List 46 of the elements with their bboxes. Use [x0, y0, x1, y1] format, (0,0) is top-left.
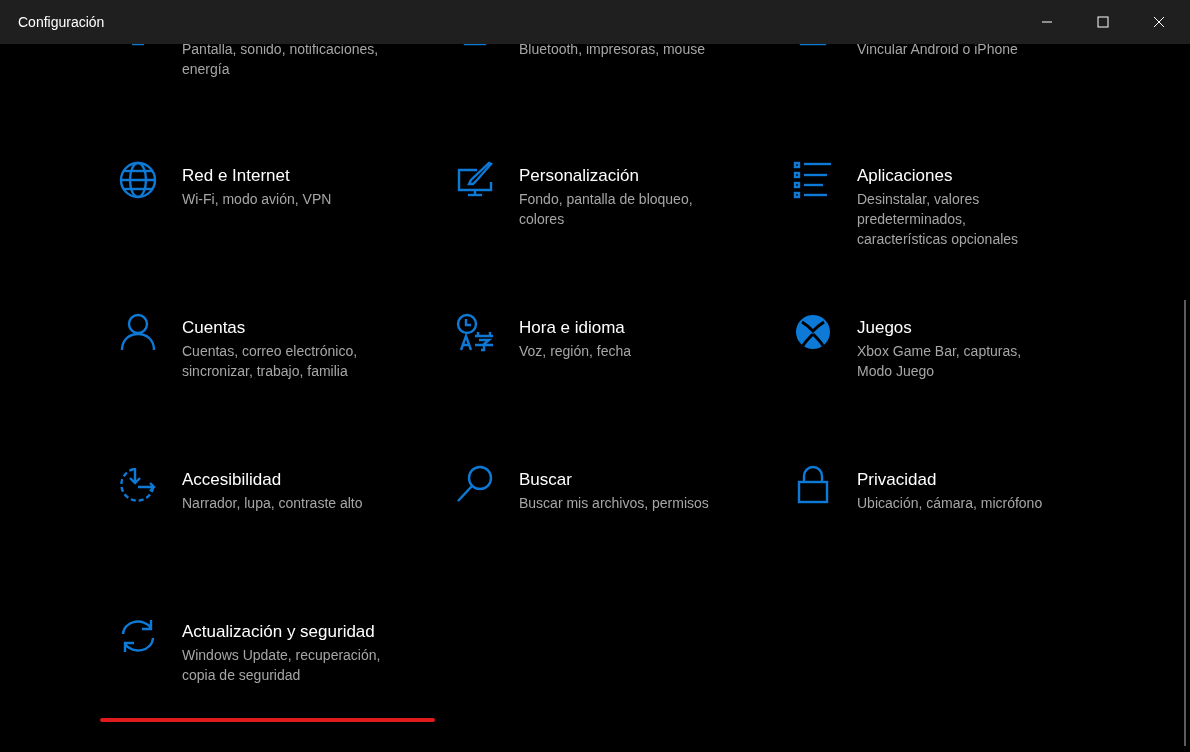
settings-category[interactable]: Juegos Xbox Game Bar, capturas, Modo Juego — [793, 312, 1022, 381]
settings-category[interactable]: Pantalla, sonido, notificaciones, energía — [118, 44, 379, 79]
globe-icon — [118, 160, 158, 200]
settings-category[interactable]: Hora e idioma Voz, región, fecha — [455, 312, 632, 361]
settings-category[interactable]: Red e Internet Wi-Fi, modo avión, VPN — [118, 160, 332, 209]
settings-category[interactable]: Bluetooth, impresoras, mouse — [455, 44, 705, 59]
category-description: Wi-Fi, modo avión, VPN — [182, 190, 332, 209]
maximize-icon — [1097, 16, 1109, 28]
person-icon — [118, 312, 158, 352]
clock-language-icon — [455, 312, 495, 352]
category-description: Voz, región, fecha — [519, 342, 632, 361]
category-title: Hora e idioma — [519, 317, 626, 339]
category-title: Aplicaciones — [857, 165, 954, 187]
settings-category[interactable]: Personalización Fondo, pantalla de bloqueo, colores — [455, 160, 693, 229]
category-title: Personalización — [519, 165, 640, 187]
category-title: Cuentas — [182, 317, 247, 339]
category-description: Fondo, pantalla de bloqueo, colores — [519, 190, 693, 229]
search-icon — [455, 464, 495, 504]
category-title: Juegos — [857, 317, 913, 339]
scrollbar-thumb[interactable] — [1184, 300, 1186, 746]
category-description: Buscar mis archivos, permisos — [519, 494, 709, 513]
settings-category[interactable]: Actualización y seguridad Windows Update, recuperación, copia de seguridad — [118, 616, 381, 685]
category-description: Bluetooth, impresoras, mouse — [519, 44, 705, 59]
category-description: Xbox Game Bar, capturas, Modo Juego — [857, 342, 1022, 381]
settings-category[interactable]: Privacidad Ubicación, cámara, micrófono — [793, 464, 1043, 513]
category-title: Buscar — [519, 469, 573, 491]
close-icon — [1153, 16, 1165, 28]
settings-category[interactable]: Cuentas Cuentas, correo electrónico, sincronizar, trabajo, familia — [118, 312, 358, 381]
category-description: Vincular Android o iPhone — [857, 44, 1018, 59]
category-title: Red e Internet — [182, 165, 291, 187]
category-description: Cuentas, correo electrónico, sincronizar, trabajo, familia — [182, 342, 358, 381]
category-description: Windows Update, recuperación, copia de seguridad — [182, 646, 381, 685]
settings-category[interactable]: Accesibilidad Narrador, lupa, contraste alto — [118, 464, 363, 513]
category-title: Actualización y seguridad — [182, 621, 376, 643]
game-controller-icon — [793, 312, 833, 352]
category-title: Accesibilidad — [182, 469, 283, 491]
category-description: Narrador, lupa, contraste alto — [182, 494, 363, 513]
category-description: Ubicación, cámara, micrófono — [857, 494, 1043, 513]
settings-category[interactable]: Aplicaciones Desinstalar, valores predeterminados, características opcionales — [793, 160, 1019, 249]
settings-category[interactable]: Vincular Android o iPhone — [793, 44, 1018, 59]
list-icon — [793, 160, 833, 200]
settings-category[interactable]: Buscar Buscar mis archivos, permisos — [455, 464, 709, 513]
category-description: Desinstalar, valores predeterminados, características opcionales — [857, 190, 1019, 249]
window-title: Configuración — [18, 14, 105, 30]
category-title: Privacidad — [857, 469, 938, 491]
category-description: Pantalla, sonido, notificaciones, energía — [182, 44, 379, 79]
